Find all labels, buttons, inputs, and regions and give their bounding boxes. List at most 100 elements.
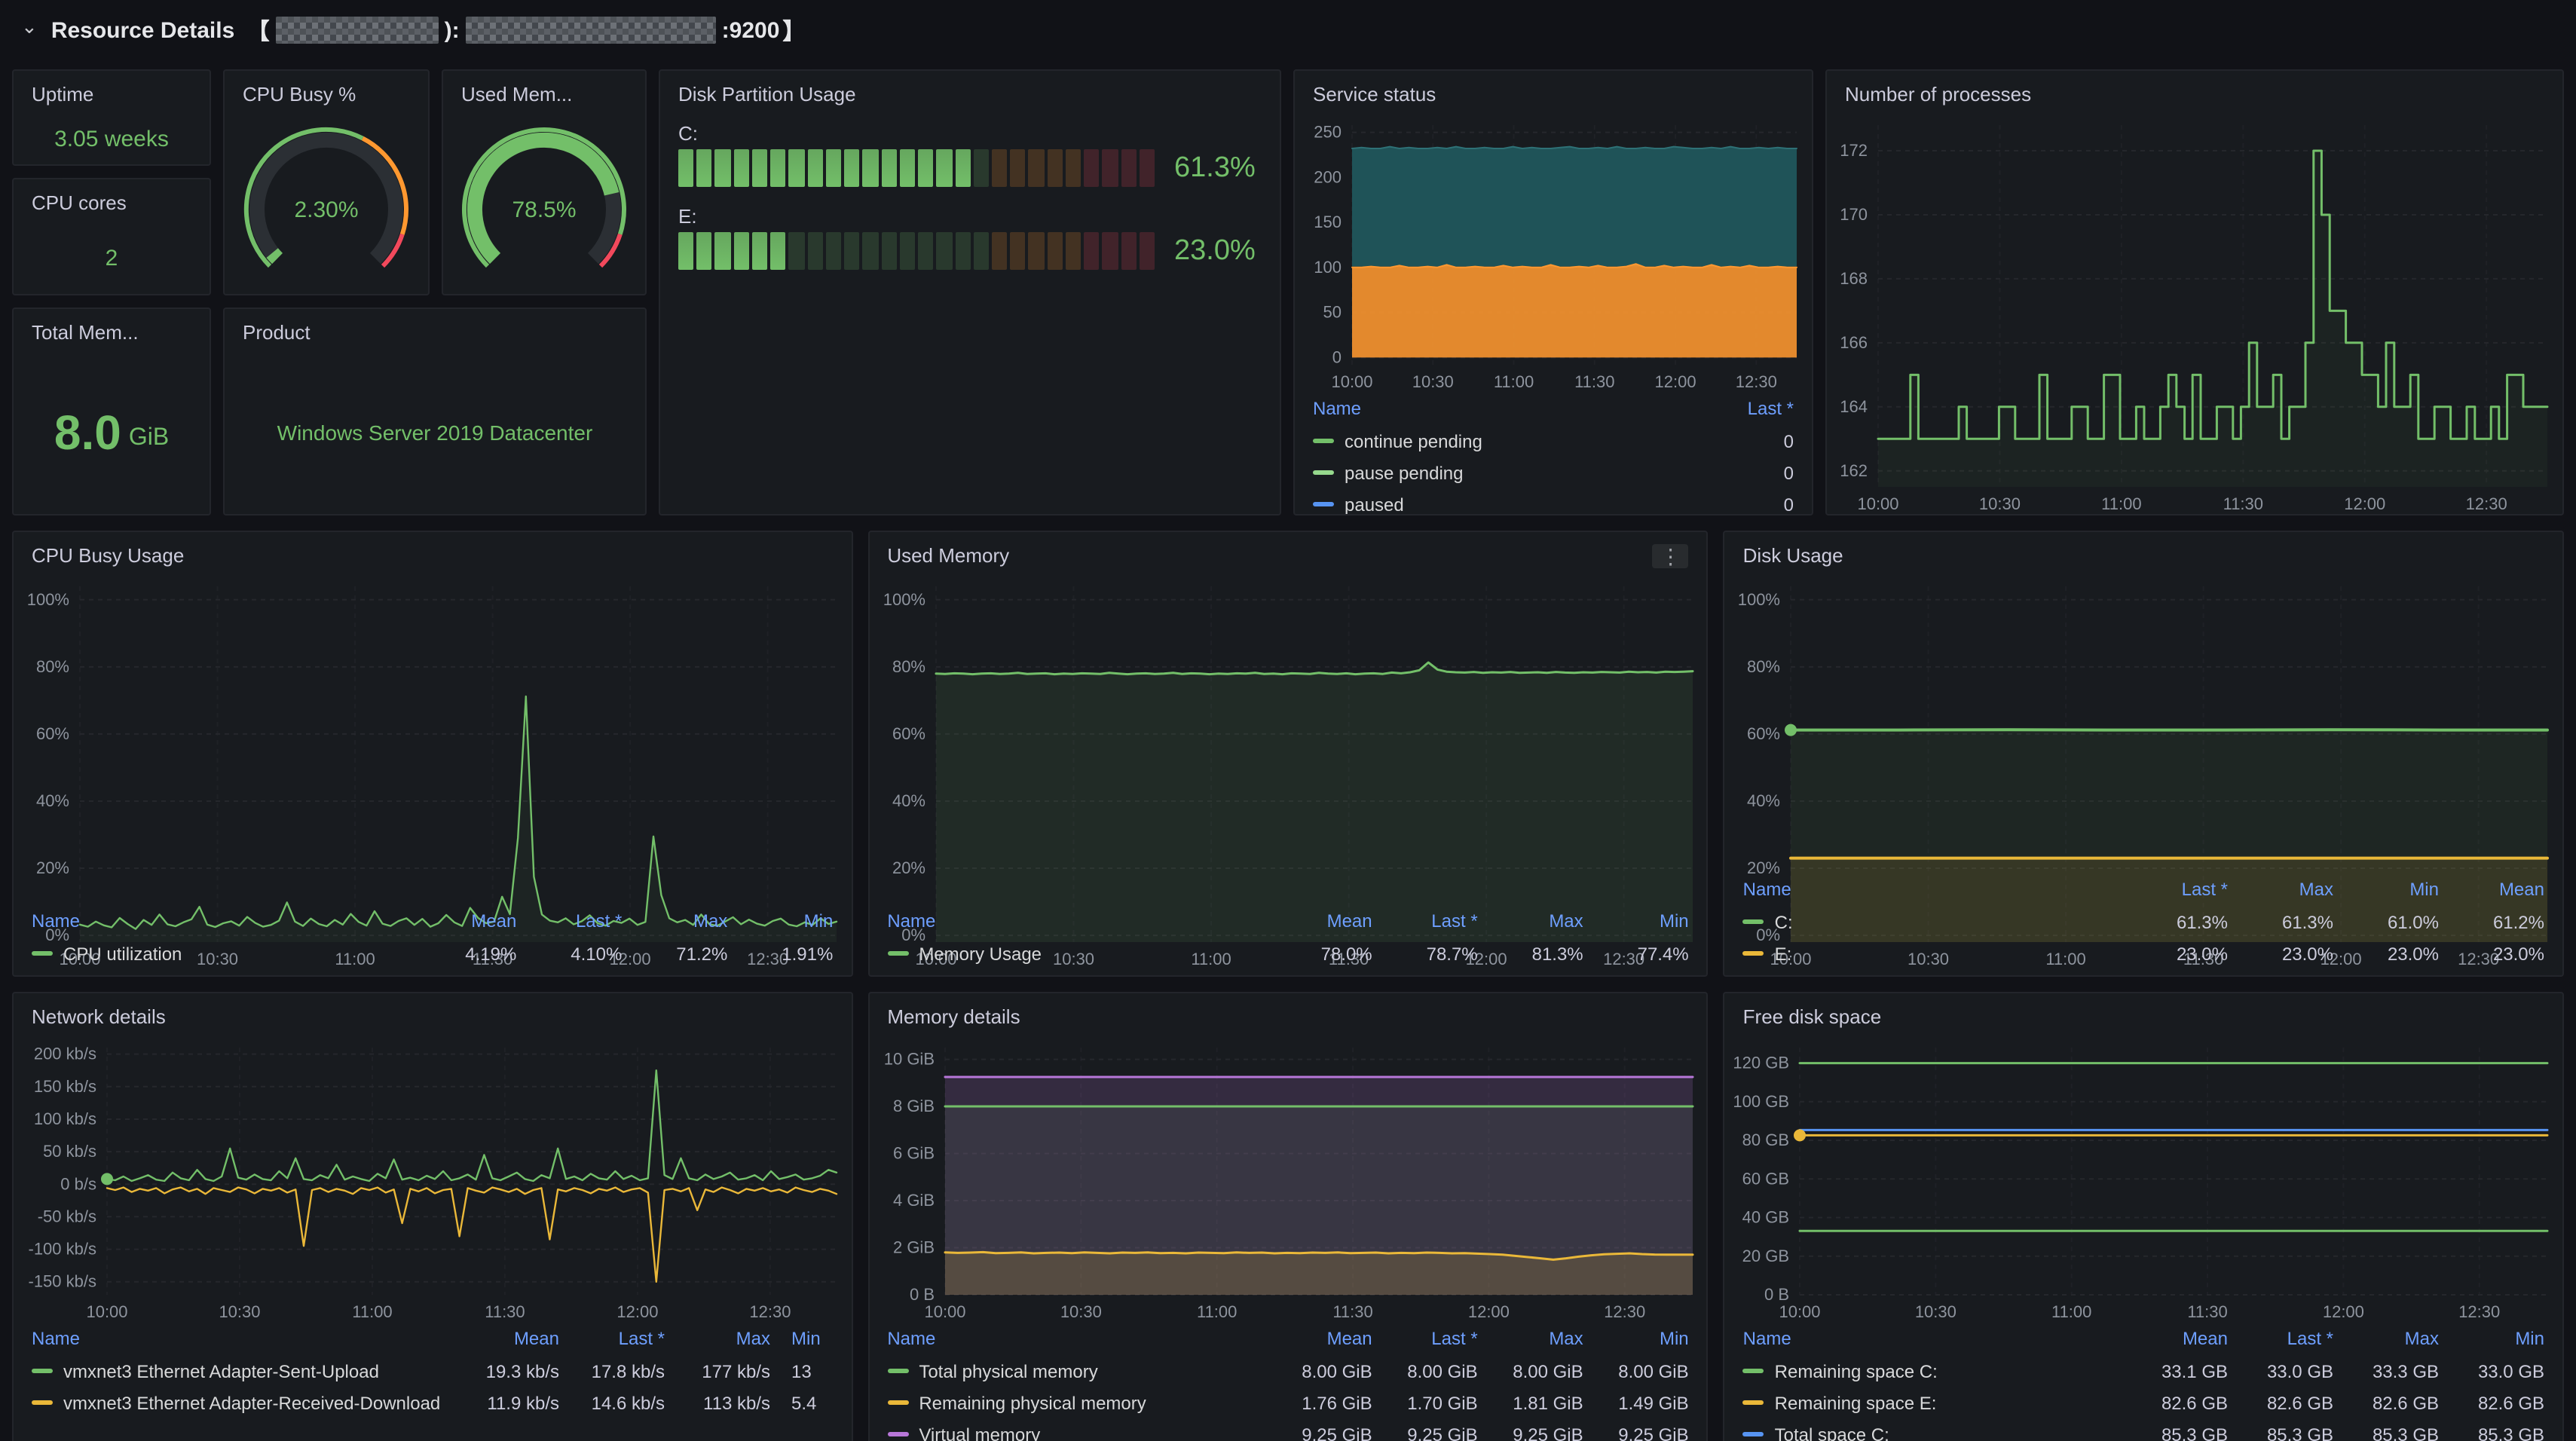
legend-header[interactable]: Max bbox=[2228, 879, 2333, 900]
legend-header[interactable]: Name bbox=[32, 910, 411, 932]
gauge-svg: 78.5% bbox=[443, 113, 645, 294]
legend-header[interactable]: Last * bbox=[1372, 910, 1478, 932]
panel-title[interactable]: Total Mem... bbox=[14, 309, 210, 351]
panel-title[interactable]: CPU Busy Usage bbox=[14, 532, 851, 574]
legend-header[interactable]: Last * bbox=[1372, 1328, 1478, 1349]
legend-row[interactable]: CPU utilization4.19%4.10%71.2%1.91% bbox=[32, 938, 833, 969]
panel-menu-icon[interactable]: ⋮ bbox=[1653, 544, 1689, 568]
legend-row[interactable]: vmxnet3 Ethernet Adapter-Received-Downlo… bbox=[32, 1387, 833, 1418]
legend-header[interactable]: Min bbox=[1583, 910, 1689, 932]
panel-title[interactable]: Used Mem... bbox=[443, 71, 645, 113]
legend-header[interactable]: Mean bbox=[1267, 1328, 1372, 1349]
legend-header[interactable]: Max bbox=[1478, 910, 1583, 932]
disk-usage-legend: NameLast *MaxMinMean C:61.3%61.3%61.0%61.… bbox=[1725, 873, 2562, 975]
svg-text:100 kb/s: 100 kb/s bbox=[34, 1109, 96, 1128]
series-color-icon bbox=[32, 1400, 53, 1405]
legend-header[interactable]: Name bbox=[1743, 1328, 2122, 1349]
legend-header[interactable]: Name bbox=[887, 910, 1266, 932]
legend-row[interactable]: paused0 bbox=[1313, 488, 1794, 516]
lcd-cell bbox=[826, 232, 841, 270]
legend-header[interactable]: Min bbox=[2333, 879, 2439, 900]
legend-row[interactable]: E:23.0%23.0%23.0%23.0% bbox=[1743, 938, 2544, 969]
legend-header[interactable]: Mean bbox=[411, 910, 516, 932]
legend-header[interactable]: Max bbox=[1478, 1328, 1583, 1349]
lcd-cell bbox=[974, 232, 989, 270]
processes-chart[interactable]: 16216416616817017210:0010:3011:0011:3012… bbox=[1827, 113, 2562, 514]
legend-row[interactable]: Remaining space E:82.6 GB82.6 GB82.6 GB8… bbox=[1743, 1387, 2544, 1418]
legend-header[interactable]: Last * bbox=[2228, 1328, 2333, 1349]
panel-title[interactable]: Network details bbox=[14, 993, 851, 1036]
panel-title[interactable]: Used Memory ⋮ bbox=[869, 532, 1706, 574]
panel-title[interactable]: Number of processes bbox=[1827, 71, 2562, 113]
series-color-icon bbox=[1313, 502, 1334, 506]
legend-header[interactable]: Mean bbox=[2122, 1328, 2228, 1349]
panel-title[interactable]: Disk Usage bbox=[1725, 532, 2562, 574]
legend-row[interactable]: C:61.3%61.3%61.0%61.2% bbox=[1743, 906, 2544, 938]
lcd-cell bbox=[733, 232, 748, 270]
chevron-down-icon[interactable]: ⌄ bbox=[21, 15, 38, 39]
panel-title[interactable]: CPU cores bbox=[14, 179, 210, 222]
panel-title[interactable]: Disk Partition Usage bbox=[660, 71, 1280, 113]
legend-header[interactable]: Min bbox=[1583, 1328, 1689, 1349]
used-mem-gauge[interactable]: 78.5% bbox=[443, 113, 645, 294]
legend-row[interactable]: vmxnet3 Ethernet Adapter-Sent-Upload19.3… bbox=[32, 1355, 833, 1387]
panel-used-memory: Used Memory ⋮ 0%20%40%60%80%100%10:0010:… bbox=[867, 531, 1708, 977]
row-top: Uptime 3.05 weeks CPU cores 2 CPU Busy %… bbox=[12, 69, 2564, 516]
legend-header[interactable]: Min bbox=[2439, 1328, 2544, 1349]
series-color-icon bbox=[887, 1369, 908, 1373]
legend-header[interactable]: Last * bbox=[516, 910, 622, 932]
svg-text:80 GB: 80 GB bbox=[1742, 1130, 1789, 1149]
legend-row[interactable]: pause pending0 bbox=[1313, 457, 1794, 488]
gauge-svg: 2.30% bbox=[225, 113, 428, 294]
legend-header[interactable]: Name bbox=[1313, 398, 1688, 419]
legend-header[interactable]: Max bbox=[665, 1328, 770, 1349]
legend-header[interactable]: Name bbox=[887, 1328, 1266, 1349]
legend-header[interactable]: Max bbox=[622, 910, 727, 932]
svg-text:11:00: 11:00 bbox=[1196, 1302, 1236, 1321]
legend-header[interactable]: Mean bbox=[1267, 910, 1372, 932]
legend-header[interactable]: Name bbox=[1743, 879, 2122, 900]
legend-header[interactable]: Min bbox=[727, 910, 833, 932]
legend-header[interactable]: Last * bbox=[2122, 879, 2228, 900]
panel-title[interactable]: Product bbox=[225, 309, 645, 351]
cpu-busy-usage-chart[interactable]: 0%20%40%60%80%100%10:0010:3011:0011:3012… bbox=[14, 574, 851, 904]
lcd-cell bbox=[752, 232, 767, 270]
legend-header[interactable]: Last * bbox=[1688, 398, 1794, 419]
cpu-busy-gauge[interactable]: 2.30% bbox=[225, 113, 428, 294]
legend-row[interactable]: Remaining space C:33.1 GB33.0 GB33.3 GB3… bbox=[1743, 1355, 2544, 1387]
svg-text:10:00: 10:00 bbox=[1331, 372, 1372, 391]
network-chart[interactable]: 200 kb/s150 kb/s100 kb/s50 kb/s0 b/s-50 … bbox=[14, 1036, 851, 1322]
lcd-cell bbox=[789, 149, 804, 187]
lcd-cell bbox=[881, 232, 896, 270]
legend-row[interactable]: Memory Usage78.0%78.7%81.3%77.4% bbox=[887, 938, 1688, 969]
legend-header[interactable]: Last * bbox=[559, 1328, 665, 1349]
svg-text:40%: 40% bbox=[892, 791, 925, 810]
legend-header[interactable]: Name bbox=[32, 1328, 454, 1349]
legend-header[interactable]: Mean bbox=[2439, 879, 2544, 900]
service-status-chart[interactable]: 05010015020025010:0010:3011:0011:3012:00… bbox=[1295, 113, 1812, 392]
used-memory-chart[interactable]: 0%20%40%60%80%100%10:0010:3011:0011:3012… bbox=[869, 574, 1706, 904]
panel-disk-usage: Disk Usage 0%20%40%60%80%100%10:0010:301… bbox=[1724, 531, 2564, 977]
legend-header[interactable]: Mean bbox=[454, 1328, 559, 1349]
legend-header[interactable]: Min bbox=[770, 1328, 852, 1349]
memory-details-chart[interactable]: 0 B2 GiB4 GiB6 GiB8 GiB10 GiB10:0010:301… bbox=[869, 1036, 1706, 1322]
lcd-cell bbox=[715, 149, 730, 187]
lcd-cell bbox=[826, 149, 841, 187]
disk-usage-chart[interactable]: 0%20%40%60%80%100%10:0010:3011:0011:3012… bbox=[1725, 574, 2562, 873]
dashboard-row-header[interactable]: ⌄ Resource Details 【): :9200】 bbox=[0, 0, 2576, 60]
legend-header-row: NameMeanLast *MaxMin bbox=[887, 1322, 1688, 1355]
cpu-cores-value: 2 bbox=[14, 222, 210, 294]
free-disk-chart[interactable]: 0 B20 GB40 GB60 GB80 GB100 GB120 GB10:00… bbox=[1725, 1036, 2562, 1322]
legend-row[interactable]: Total physical memory8.00 GiB8.00 GiB8.0… bbox=[887, 1355, 1688, 1387]
legend-row[interactable]: Total space C:85.3 GB85.3 GB85.3 GB85.3 … bbox=[1743, 1418, 2544, 1441]
panel-title[interactable]: Free disk space bbox=[1725, 993, 2562, 1036]
panel-title[interactable]: CPU Busy % bbox=[225, 71, 428, 113]
panel-title[interactable]: Memory details bbox=[869, 993, 1706, 1036]
panel-title[interactable]: Service status bbox=[1295, 71, 1812, 113]
legend-header[interactable]: Max bbox=[2333, 1328, 2439, 1349]
legend-row[interactable]: continue pending0 bbox=[1313, 425, 1794, 457]
legend-row[interactable]: Remaining physical memory1.76 GiB1.70 Gi… bbox=[887, 1387, 1688, 1418]
panel-title[interactable]: Uptime bbox=[14, 71, 210, 113]
legend-row[interactable]: Virtual memory9.25 GiB9.25 GiB9.25 GiB9.… bbox=[887, 1418, 1688, 1441]
series-value: 177 kb/s bbox=[665, 1360, 770, 1381]
